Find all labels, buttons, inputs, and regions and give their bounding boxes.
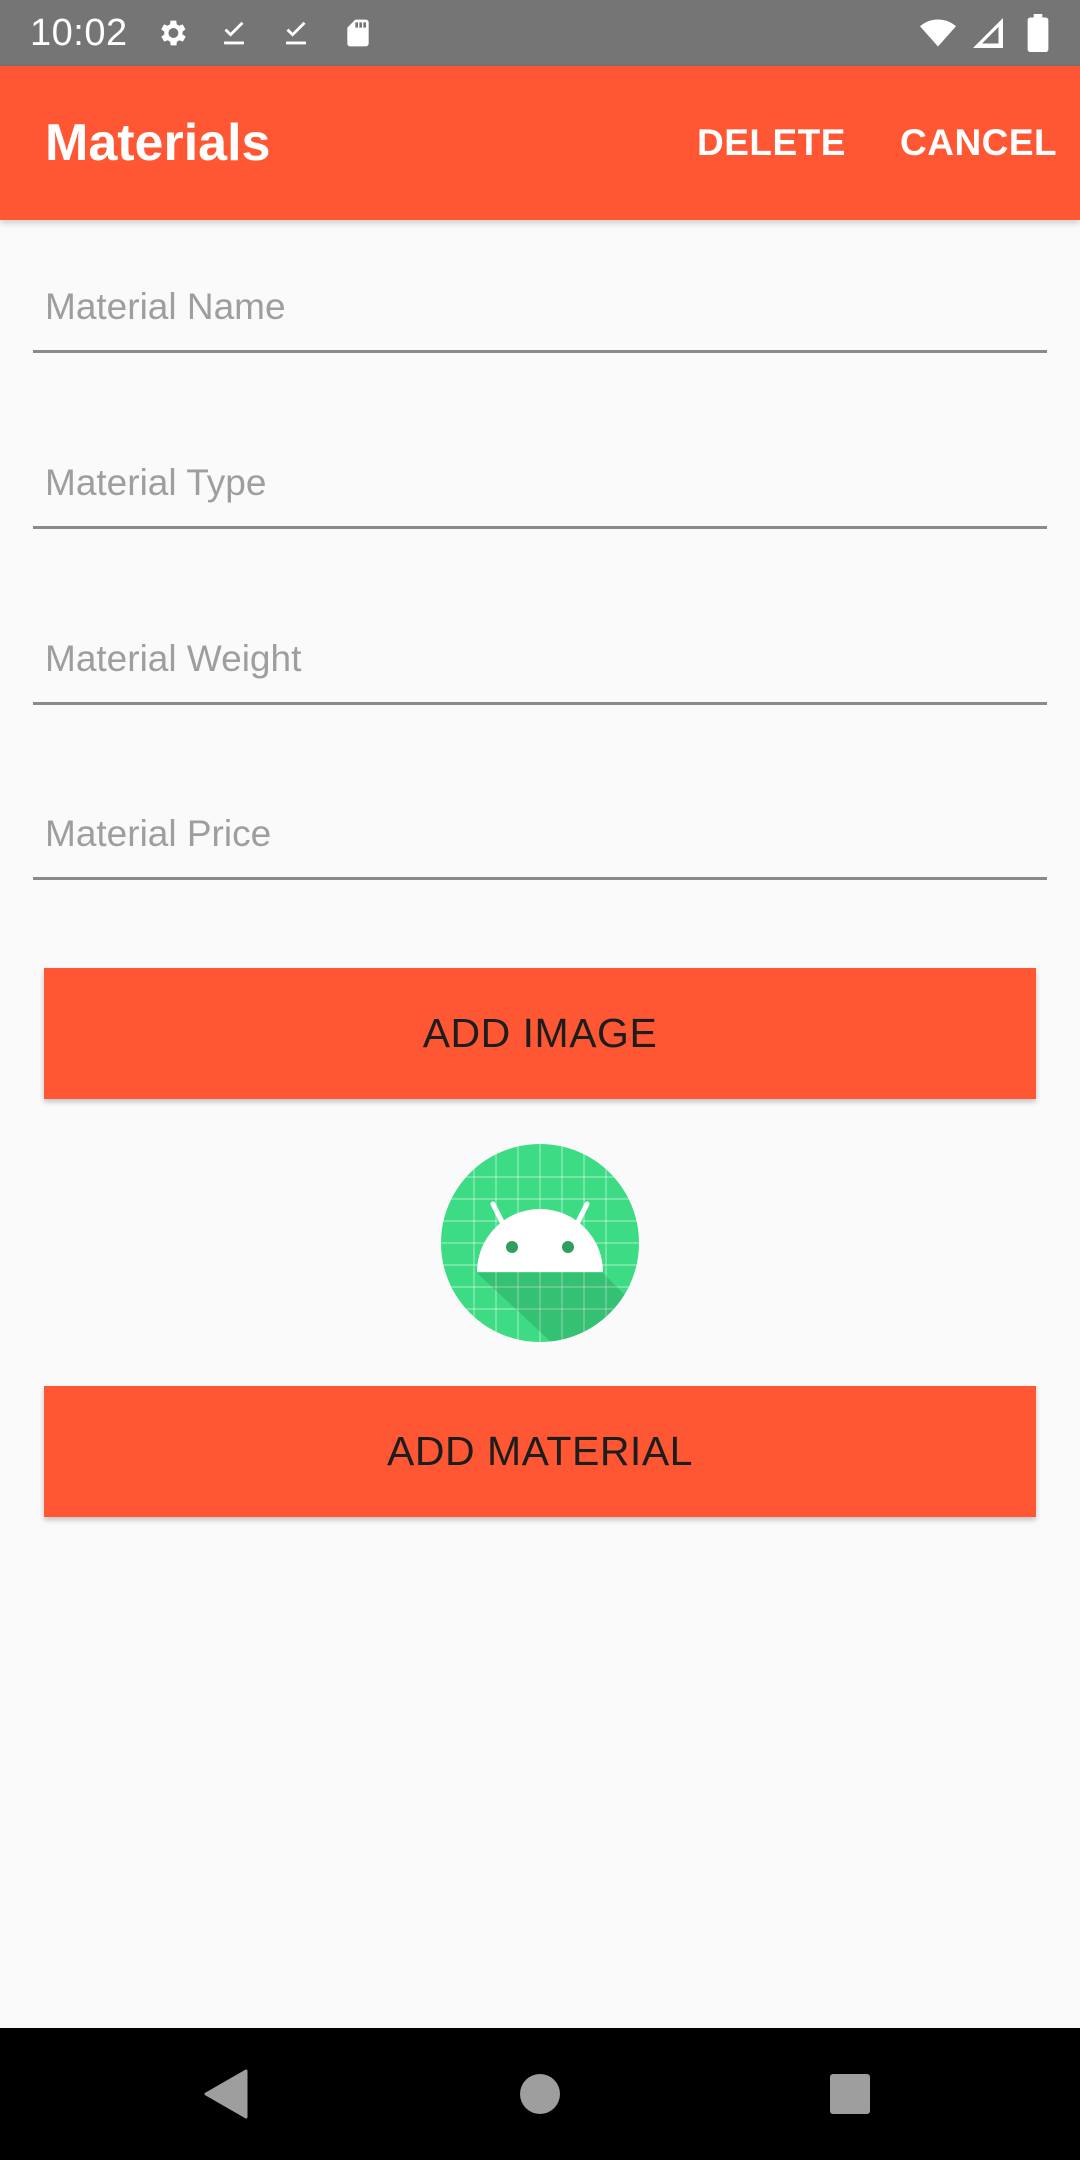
home-button[interactable] (480, 2028, 600, 2160)
home-icon (520, 2074, 560, 2114)
app-bar: Materials DELETE CANCEL (0, 66, 1080, 220)
material-price-input[interactable] (33, 770, 1047, 880)
add-image-label: ADD IMAGE (422, 1010, 658, 1056)
download-done-icon (216, 15, 252, 51)
back-icon (204, 2069, 248, 2119)
material-name-input[interactable] (33, 243, 1047, 353)
status-right (920, 0, 1056, 66)
android-icon (441, 1144, 639, 1342)
wifi-icon (920, 15, 956, 51)
download-done-icon (278, 15, 314, 51)
recents-button[interactable] (790, 2028, 910, 2160)
add-material-button[interactable]: ADD MATERIAL (44, 1386, 1036, 1517)
back-button[interactable] (165, 2028, 285, 2160)
status-bar: 10:02 (0, 0, 1080, 66)
add-material-label: ADD MATERIAL (387, 1428, 693, 1474)
page-title: Materials (45, 114, 271, 172)
navigation-bar (0, 2028, 1080, 2160)
signal-icon (970, 15, 1006, 51)
material-image-preview (441, 1144, 639, 1342)
material-type-input[interactable] (33, 419, 1047, 529)
sd-card-icon (340, 15, 376, 51)
cancel-button[interactable]: CANCEL (900, 66, 1057, 220)
recents-icon (830, 2074, 870, 2114)
delete-button[interactable]: DELETE (697, 66, 846, 220)
add-image-button[interactable]: ADD IMAGE (44, 968, 1036, 1099)
status-time: 10:02 (30, 11, 128, 54)
status-left: 10:02 (0, 12, 376, 55)
material-weight-input[interactable] (33, 595, 1047, 705)
screen: 10:02 Materials DELETE CANCEL Material N… (0, 0, 1080, 2160)
settings-icon (154, 15, 190, 51)
battery-icon (1020, 14, 1056, 52)
